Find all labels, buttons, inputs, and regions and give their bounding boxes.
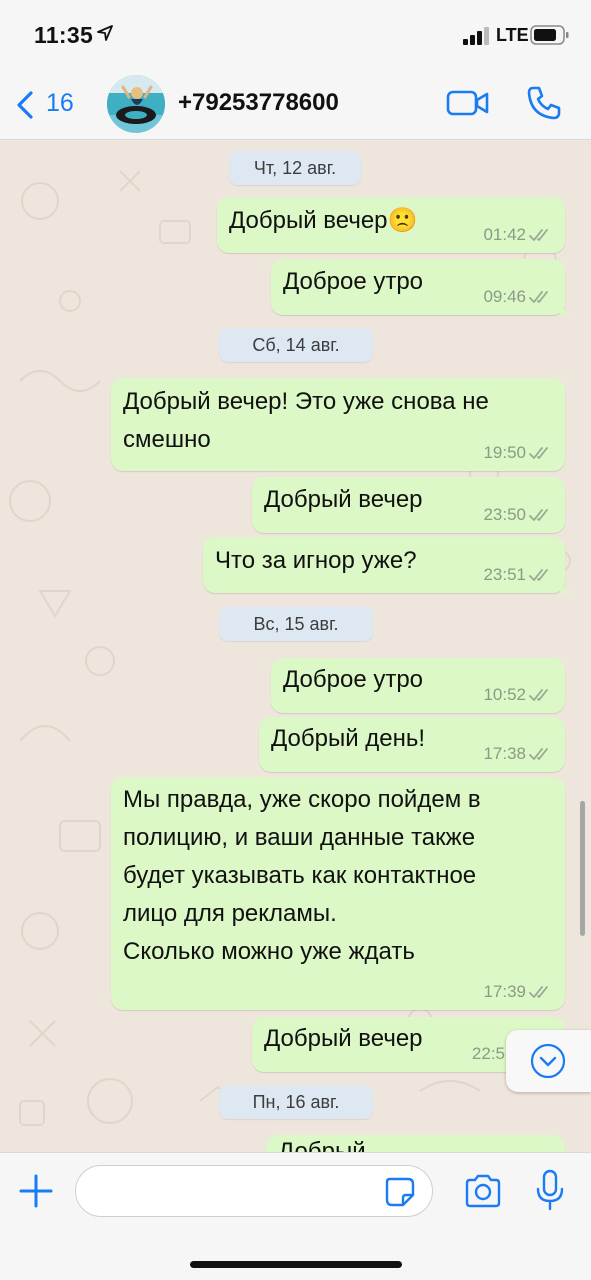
outgoing-message[interactable]: Доброе утро 09:46 — [271, 259, 574, 315]
message-time: 23:51 — [483, 565, 526, 584]
message-text: Добрый — [278, 1138, 366, 1152]
message-text: Добрый вечер — [264, 486, 423, 513]
double-check-icon — [529, 689, 548, 701]
back-button[interactable]: 16 — [10, 86, 90, 122]
message-meta: 01:42 — [483, 225, 553, 245]
message-meta: 23:51 — [483, 565, 553, 585]
signal-icon — [463, 27, 489, 45]
double-check-icon — [529, 748, 548, 760]
message-time: 17:39 — [483, 982, 526, 1001]
message-meta: 17:38 — [483, 744, 553, 764]
double-check-icon — [529, 509, 548, 521]
camera-icon[interactable] — [463, 1173, 503, 1209]
double-check-icon — [529, 986, 548, 998]
outgoing-message[interactable]: Добрый вечер🙁 01:42 — [217, 197, 565, 253]
message-time: 17:38 — [483, 744, 526, 763]
message-time: 01:42 — [483, 225, 526, 244]
message-list[interactable]: Чт, 12 авг. Добрый вечер🙁 01:42 Доброе у… — [0, 141, 591, 1152]
message-time: 10:52 — [483, 685, 526, 704]
network-type: LTE — [496, 25, 529, 45]
message-time: 23:50 — [483, 505, 526, 524]
avatar[interactable] — [107, 75, 165, 133]
contact-name[interactable]: +79253778600 — [178, 89, 339, 117]
message-text: Добрый вечер! Это уже снова не смешно — [123, 388, 489, 453]
unread-count: 16 — [46, 89, 74, 117]
scroll-to-bottom-button[interactable] — [506, 1030, 591, 1092]
date-separator: Пн, 16 авг. — [219, 1085, 373, 1119]
double-check-icon — [529, 447, 548, 459]
microphone-icon[interactable] — [535, 1169, 565, 1211]
double-check-icon — [529, 569, 548, 581]
outgoing-message[interactable]: Мы правда, уже скоро пойдем в полицию, и… — [111, 777, 565, 1010]
composer-bar — [0, 1152, 591, 1280]
message-meta: 17:39 — [483, 982, 553, 1002]
message-meta: 09:46 — [483, 287, 553, 307]
chevron-down-circle-icon — [530, 1043, 566, 1079]
message-text: Доброе утро — [283, 268, 424, 295]
phone-icon[interactable] — [525, 84, 563, 122]
double-check-icon — [529, 229, 548, 241]
message-text: Мы правда, уже скоро пойдем в полицию, и… — [123, 786, 481, 965]
message-time: 19:50 — [483, 443, 526, 462]
status-time: 11:35 — [34, 22, 94, 48]
location-arrow-icon — [97, 25, 113, 41]
outgoing-message[interactable]: Добрый день! 17:38 — [259, 717, 565, 772]
video-call-icon[interactable] — [446, 88, 490, 118]
message-time: 22:5 — [471, 1044, 505, 1063]
chat-header: 16 +79253778600 — [0, 70, 591, 140]
message-text: Доброе утро — [283, 666, 424, 693]
outgoing-message[interactable]: Добрый — [266, 1135, 565, 1152]
outgoing-message[interactable]: Добрый вечер 23:50 — [252, 477, 565, 533]
message-meta: 19:50 — [483, 443, 553, 463]
date-separator: Чт, 12 авг. — [229, 151, 361, 185]
scroll-indicator[interactable] — [580, 801, 585, 936]
home-indicator — [190, 1261, 402, 1268]
chevron-left-icon — [17, 91, 33, 119]
double-check-icon — [529, 291, 548, 303]
sticker-icon[interactable] — [384, 1176, 416, 1208]
battery-icon — [530, 25, 569, 45]
message-text: Добрый день! — [271, 725, 426, 752]
outgoing-message[interactable]: Что за игнор уже? 23:51 — [203, 537, 574, 593]
message-text: Добрый вечер — [264, 1025, 423, 1052]
message-time: 09:46 — [483, 287, 526, 306]
bubble-tail — [560, 579, 574, 593]
plus-icon[interactable] — [18, 1173, 54, 1209]
message-text: Что за игнор уже? — [215, 547, 417, 574]
message-meta: 10:52 — [483, 685, 553, 705]
date-separator: Вс, 15 авг. — [219, 607, 373, 641]
outgoing-message[interactable]: Доброе утро 10:52 — [271, 658, 565, 713]
message-input[interactable] — [75, 1165, 433, 1217]
message-meta: 22:5 — [472, 1044, 505, 1064]
message-meta: 23:50 — [483, 505, 553, 525]
message-text: Добрый вечер🙁 — [229, 207, 418, 234]
date-separator: Сб, 14 авг. — [219, 328, 373, 362]
outgoing-message[interactable]: Добрый вечер! Это уже снова не смешно 19… — [111, 378, 565, 471]
status-bar: 11:35 LTE — [0, 0, 591, 70]
bubble-tail — [560, 301, 574, 315]
